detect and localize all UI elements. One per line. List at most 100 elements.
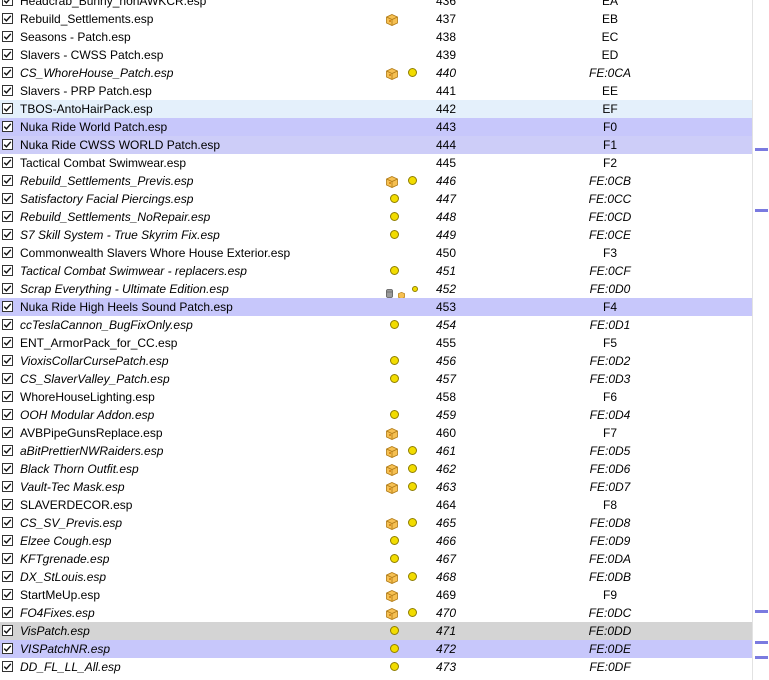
plugin-row[interactable]: Headcrab_Bunny_nonAWKCR.esp 436 EA bbox=[0, 0, 752, 10]
plugin-flags bbox=[384, 280, 424, 300]
light-plugin-dot-icon bbox=[390, 212, 399, 221]
plugin-index: 446 bbox=[436, 174, 457, 188]
plugin-enabled-checkbox[interactable] bbox=[2, 229, 13, 240]
plugin-index: 437 bbox=[436, 12, 457, 26]
plugin-enabled-checkbox[interactable] bbox=[2, 445, 13, 456]
plugin-enabled-checkbox[interactable] bbox=[2, 319, 13, 330]
plugin-enabled-checkbox[interactable] bbox=[2, 427, 13, 438]
plugin-row[interactable]: Slavers - CWSS Patch.esp 439 ED bbox=[0, 46, 752, 64]
plugin-flags bbox=[384, 316, 424, 334]
plugin-enabled-checkbox[interactable] bbox=[2, 373, 13, 384]
plugin-row[interactable]: Nuka Ride High Heels Sound Patch.esp 453 F… bbox=[0, 298, 752, 316]
plugin-flags bbox=[384, 28, 424, 46]
plugin-enabled-checkbox[interactable] bbox=[2, 589, 13, 600]
plugin-mod-index: F7 bbox=[602, 426, 617, 440]
plugin-row[interactable]: Rebuild_Settlements_Previs.esp 446 FE:0CB bbox=[0, 172, 752, 190]
plugin-enabled-checkbox[interactable] bbox=[2, 517, 13, 528]
plugin-row[interactable]: Tactical Combat Swimwear.esp 445 F2 bbox=[0, 154, 752, 172]
plugin-index: 442 bbox=[436, 102, 457, 116]
plugin-row[interactable]: VisPatch.esp 471 FE:0DD bbox=[0, 622, 752, 640]
plugin-row[interactable]: Elzee Cough.esp 466 FE:0D9 bbox=[0, 532, 752, 550]
plugin-row[interactable]: TBOS-AntoHairPack.esp 442 EF bbox=[0, 100, 752, 118]
plugin-enabled-checkbox[interactable] bbox=[2, 139, 13, 150]
plugin-enabled-checkbox[interactable] bbox=[2, 607, 13, 618]
plugin-row[interactable]: aBitPrettierNWRaiders.esp 461 FE:0D5 bbox=[0, 442, 752, 460]
plugin-enabled-checkbox[interactable] bbox=[2, 211, 13, 222]
plugin-enabled-checkbox[interactable] bbox=[2, 85, 13, 96]
plugin-row[interactable]: Commonwealth Slavers Whore House Exterio… bbox=[0, 244, 752, 262]
plugin-row[interactable]: VISPatchNR.esp 472 FE:0DE bbox=[0, 640, 752, 658]
plugin-row[interactable]: Scrap Everything - Ultimate Edition.esp 4… bbox=[0, 280, 752, 300]
plugin-index: 473 bbox=[436, 660, 457, 674]
plugin-enabled-checkbox[interactable] bbox=[2, 265, 13, 276]
scroll-marker bbox=[755, 209, 768, 212]
plugin-row[interactable]: Black Thorn Outfit.esp 462 FE:0D6 bbox=[0, 460, 752, 478]
plugin-enabled-checkbox[interactable] bbox=[2, 535, 13, 546]
plugin-row[interactable]: ENT_ArmorPack_for_CC.esp 455 F5 bbox=[0, 334, 752, 352]
plugin-enabled-checkbox[interactable] bbox=[2, 643, 13, 654]
plugin-row[interactable]: Rebuild_Settlements.esp 437 EB bbox=[0, 10, 752, 28]
plugin-row[interactable]: VioxisCollarCursePatch.esp 456 FE:0D2 bbox=[0, 352, 752, 370]
plugin-name: VISPatchNR.esp bbox=[20, 642, 111, 656]
plugin-row[interactable]: Satisfactory Facial Piercings.esp 447 FE:0… bbox=[0, 190, 752, 208]
plugin-enabled-checkbox[interactable] bbox=[2, 499, 13, 510]
plugin-row[interactable]: SLAVERDECOR.esp 464 F8 bbox=[0, 496, 752, 514]
plugin-row[interactable]: DD_FL_LL_All.esp 473 FE:0DF bbox=[0, 658, 752, 676]
plugin-flags bbox=[384, 406, 424, 424]
plugin-enabled-checkbox[interactable] bbox=[2, 103, 13, 114]
plugin-enabled-checkbox[interactable] bbox=[2, 283, 13, 294]
plugin-enabled-checkbox[interactable] bbox=[2, 553, 13, 564]
plugin-enabled-checkbox[interactable] bbox=[2, 625, 13, 636]
plugin-enabled-checkbox[interactable] bbox=[2, 481, 13, 492]
plugin-row[interactable]: CS_WhoreHouse_Patch.esp 440 FE:0CA bbox=[0, 64, 752, 82]
light-plugin-dot-icon bbox=[408, 446, 417, 455]
plugin-row[interactable]: Slavers - PRP Patch.esp 441 EE bbox=[0, 82, 752, 100]
plugin-row[interactable]: Tactical Combat Swimwear - replacers.esp… bbox=[0, 262, 752, 280]
plugin-row[interactable]: CS_SV_Previs.esp 465 FE:0D8 bbox=[0, 514, 752, 532]
plugin-row[interactable]: CS_SlaverValley_Patch.esp 457 FE:0D3 bbox=[0, 370, 752, 388]
plugin-row[interactable]: WhoreHouseLighting.esp 458 F6 bbox=[0, 388, 752, 406]
plugin-enabled-checkbox[interactable] bbox=[2, 571, 13, 582]
plugin-enabled-checkbox[interactable] bbox=[2, 31, 13, 42]
plugin-index: 472 bbox=[436, 642, 457, 656]
plugin-row[interactable]: Nuka Ride CWSS WORLD Patch.esp 444 F1 bbox=[0, 136, 752, 154]
plugin-row[interactable]: Rebuild_Settlements_NoRepair.esp 448 FE:0C… bbox=[0, 208, 752, 226]
scrollbar-markers[interactable] bbox=[752, 0, 769, 680]
plugin-enabled-checkbox[interactable] bbox=[2, 67, 13, 78]
plugin-list: Headcrab_Bunny_nonAWKCR.esp 436 EA Rebuild_… bbox=[0, 0, 752, 676]
plugin-enabled-checkbox[interactable] bbox=[2, 193, 13, 204]
plugin-enabled-checkbox[interactable] bbox=[2, 409, 13, 420]
plugin-row[interactable]: Seasons - Patch.esp 438 EC bbox=[0, 28, 752, 46]
plugin-enabled-checkbox[interactable] bbox=[2, 337, 13, 348]
light-plugin-dot-icon bbox=[390, 536, 399, 545]
plugin-enabled-checkbox[interactable] bbox=[2, 661, 13, 672]
plugin-row[interactable]: DX_StLouis.esp 468 FE:0DB bbox=[0, 568, 752, 586]
plugin-enabled-checkbox[interactable] bbox=[2, 247, 13, 258]
plugin-row[interactable]: S7 Skill System - True Skyrim Fix.esp 449… bbox=[0, 226, 752, 244]
plugin-flags bbox=[384, 442, 424, 460]
plugin-enabled-checkbox[interactable] bbox=[2, 301, 13, 312]
plugin-row[interactable]: KFTgrenade.esp 467 FE:0DA bbox=[0, 550, 752, 568]
plugin-enabled-checkbox[interactable] bbox=[2, 49, 13, 60]
plugin-enabled-checkbox[interactable] bbox=[2, 121, 13, 132]
plugin-row[interactable]: Nuka Ride World Patch.esp 443 F0 bbox=[0, 118, 752, 136]
plugin-enabled-checkbox[interactable] bbox=[2, 13, 13, 24]
plugin-enabled-checkbox[interactable] bbox=[2, 391, 13, 402]
plugin-enabled-checkbox[interactable] bbox=[2, 463, 13, 474]
plugin-enabled-checkbox[interactable] bbox=[2, 355, 13, 366]
plugin-mod-index: FE:0DA bbox=[588, 552, 631, 566]
plugin-row[interactable]: AVBPipeGunsReplace.esp 460 F7 bbox=[0, 424, 752, 442]
plugin-row[interactable]: Vault-Tec Mask.esp 463 FE:0D7 bbox=[0, 478, 752, 496]
plugin-row[interactable]: FO4Fixes.esp 470 FE:0DC bbox=[0, 604, 752, 622]
scroll-marker bbox=[755, 656, 768, 659]
light-plugin-dot-icon bbox=[390, 662, 399, 671]
plugin-enabled-checkbox[interactable] bbox=[2, 0, 13, 6]
plugin-index: 449 bbox=[436, 228, 457, 242]
plugin-mod-index: FE:0DF bbox=[589, 660, 631, 674]
plugin-enabled-checkbox[interactable] bbox=[2, 175, 13, 186]
plugin-row[interactable]: OOH Modular Addon.esp 459 FE:0D4 bbox=[0, 406, 752, 424]
plugin-row[interactable]: ccTeslaCannon_BugFixOnly.esp 454 FE:0D1 bbox=[0, 316, 752, 334]
plugin-mod-index: FE:0CC bbox=[588, 192, 632, 206]
plugin-enabled-checkbox[interactable] bbox=[2, 157, 13, 168]
plugin-row[interactable]: StartMeUp.esp 469 F9 bbox=[0, 586, 752, 604]
